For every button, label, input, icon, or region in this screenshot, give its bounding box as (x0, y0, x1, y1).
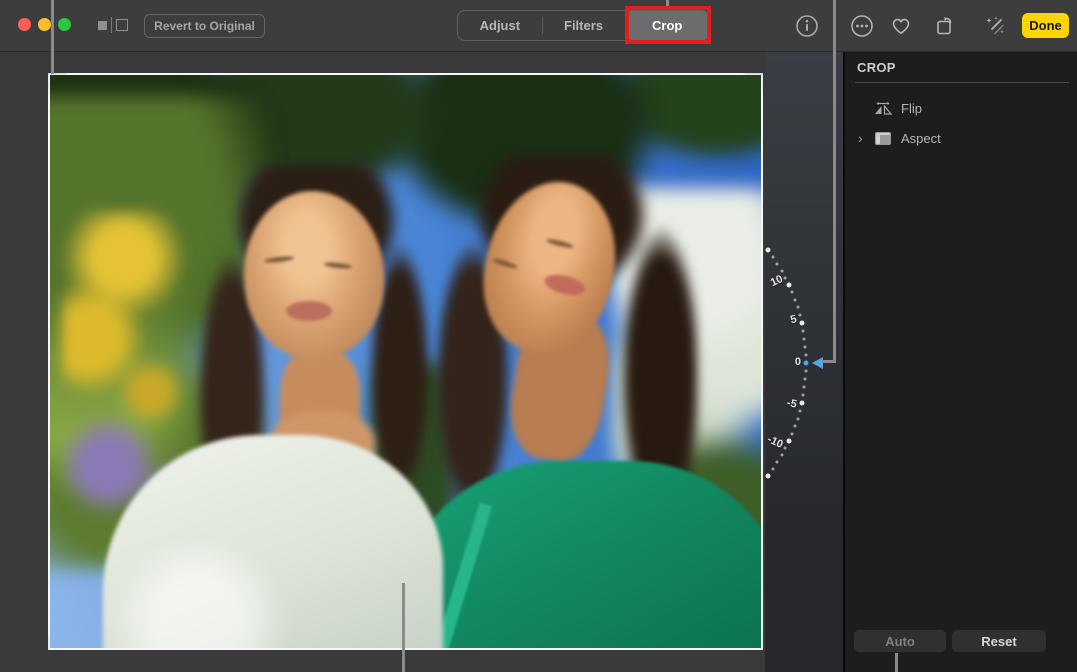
dial-tick-dot (799, 400, 804, 405)
auto-button[interactable]: Auto (854, 630, 946, 652)
dial-tick-dot (804, 345, 807, 348)
dial-tick-dot (780, 454, 783, 457)
edit-canvas (0, 52, 843, 672)
dial-tick-dot (793, 298, 796, 301)
dial-tick-dot (771, 255, 774, 258)
photo-crop-area[interactable] (48, 73, 763, 650)
callout-line-traffic-lights (51, 0, 54, 74)
crop-handle-top-right[interactable] (745, 73, 763, 91)
dial-tick-dot (786, 282, 791, 287)
dial-tick-dot (791, 291, 794, 294)
callout-line-dial-horizontal (822, 360, 836, 363)
zoom-small-square-icon (98, 21, 107, 30)
dial-degree-label: 10 (765, 273, 785, 299)
dial-degree-label: -5 (765, 391, 798, 410)
zoom-divider (111, 17, 112, 33)
sidebar-header: CROP (857, 60, 896, 75)
dial-tick-dot (786, 439, 791, 444)
rotate-button[interactable] (931, 12, 959, 40)
photos-edit-window: Revert to Original Adjust Filters Crop (0, 0, 1077, 672)
dial-tick-dot (766, 473, 771, 478)
dial-tick-dot (784, 447, 787, 450)
dial-tick-dot (796, 417, 799, 420)
tab-adjust[interactable]: Adjust (458, 11, 542, 40)
crop-handle-bottom-right[interactable] (745, 632, 763, 650)
revert-to-original-button[interactable]: Revert to Original (144, 14, 265, 38)
dial-pointer-icon (812, 357, 823, 369)
dial-degree-label: 5 (765, 313, 798, 332)
dial-tick-dot (784, 276, 787, 279)
close-button[interactable] (18, 18, 31, 31)
callout-highlight-crop-tab (625, 6, 711, 44)
dial-tick-dot (776, 262, 779, 265)
flip-label: Flip (901, 101, 922, 116)
fullscreen-button[interactable] (58, 18, 71, 31)
dial-tick-dot (798, 314, 801, 317)
dial-tick-dot (804, 370, 807, 373)
favorite-button[interactable] (887, 12, 915, 40)
minimize-button[interactable] (38, 18, 51, 31)
dial-zero-dot (804, 361, 809, 366)
callout-line-dial-vertical (833, 0, 836, 363)
callout-line-auto-button (895, 653, 898, 672)
auto-enhance-button[interactable] (981, 12, 1009, 40)
dial-tick-dot (793, 425, 796, 428)
dial-tick-dot (802, 394, 805, 397)
callout-line-photo-bottom (402, 583, 405, 672)
dial-tick-dot (798, 409, 801, 412)
dial-tick-dot (802, 329, 805, 332)
dial-tick-dot (796, 306, 799, 309)
dial-degree-label: -10 (765, 425, 785, 451)
magic-wand-icon (983, 14, 1007, 38)
dial-tick-dot (791, 432, 794, 435)
zoom-large-square-icon (116, 19, 128, 31)
more-button[interactable] (848, 12, 876, 40)
sidebar-item-aspect[interactable]: › Aspect (845, 126, 1077, 150)
done-button[interactable]: Done (1022, 13, 1069, 38)
crop-sidebar: CROP Flip › Aspect Auto Reset (843, 52, 1077, 672)
sidebar-divider (855, 82, 1069, 83)
dial-tick-dot (780, 269, 783, 272)
aspect-icon (874, 131, 892, 146)
zoom-scale-icon[interactable] (98, 16, 132, 36)
ellipsis-circle-icon (850, 14, 874, 38)
rotate-crop-icon (933, 14, 957, 38)
crop-handle-top-left[interactable] (48, 73, 66, 91)
dial-tick-dot (803, 386, 806, 389)
reset-button[interactable]: Reset (952, 630, 1046, 652)
dial-degree-label: 0 (765, 356, 801, 368)
chevron-right-icon[interactable]: › (858, 131, 872, 145)
dial-tick-dot (799, 321, 804, 326)
dial-tick-dot (776, 461, 779, 464)
info-icon (795, 14, 819, 38)
dial-tick-dot (804, 378, 807, 381)
dial-tick-dot (804, 353, 807, 356)
dial-tick-dot (771, 468, 774, 471)
info-button[interactable] (793, 12, 821, 40)
dial-tick-dot (766, 248, 771, 253)
crop-handle-bottom-left[interactable] (48, 632, 66, 650)
sidebar-item-flip[interactable]: Flip (845, 96, 1077, 120)
flip-icon (874, 101, 892, 116)
photo-left-woman-lips (286, 301, 332, 321)
tab-filters[interactable]: Filters (542, 11, 626, 40)
heart-icon (889, 14, 913, 38)
dial-tick-dot (803, 337, 806, 340)
aspect-label: Aspect (901, 131, 941, 146)
toolbar: Revert to Original Adjust Filters Crop (0, 0, 1077, 52)
